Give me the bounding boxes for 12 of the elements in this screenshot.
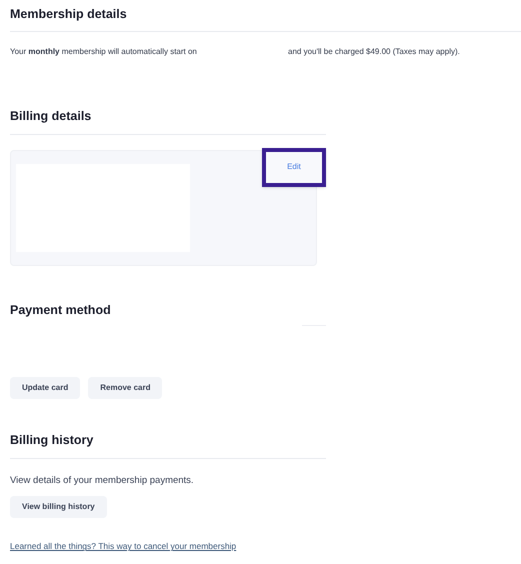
membership-text: and you'll be charged $49.00 (Taxes may apply).: [288, 46, 460, 58]
billing-history-text: View details of your membership payments.: [10, 474, 195, 488]
section-heading: Payment method: [10, 302, 112, 319]
membership-text: Your monthly membership will automatically start on: [10, 46, 198, 58]
section-heading: Billing history: [10, 432, 94, 450]
section-heading: Membership details: [10, 6, 128, 23]
card-button[interactable]: Remove card: [88, 377, 162, 400]
section-heading: Billing details: [10, 108, 92, 125]
edit-button[interactable]: Edit: [262, 148, 326, 186]
view-billing-history-button[interactable]: View billing history: [10, 496, 107, 518]
cancel-link[interactable]: Learned all the things? This way to cancel your membership: [10, 541, 236, 552]
card-button[interactable]: Update card: [10, 377, 80, 400]
